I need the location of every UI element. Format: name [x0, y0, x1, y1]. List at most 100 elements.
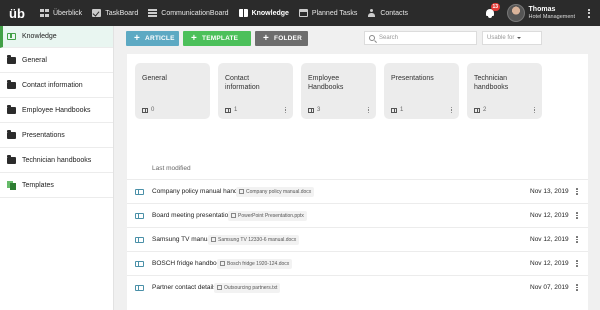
search-input[interactable]: Search — [364, 31, 477, 45]
article-count: 3 — [317, 107, 321, 113]
book-icon — [7, 33, 16, 40]
attachment-chip[interactable]: Company policy manual.docx — [236, 186, 315, 197]
sidebar-item-label: General — [22, 56, 47, 64]
article-title: Partner contact details — [152, 284, 217, 291]
nav-item-uberblick[interactable]: Überblick — [35, 0, 87, 26]
notifications-button[interactable]: 13 — [485, 3, 501, 18]
nav-item-taskboard[interactable]: TaskBoard — [87, 0, 143, 26]
article-title: Board meeting presentation — [152, 212, 232, 219]
grid-icon — [40, 9, 49, 17]
folder-card-name: Contact information — [225, 75, 260, 91]
sidebar-item-contact-information[interactable]: Contact information — [0, 73, 113, 98]
user-name: Thomas — [528, 6, 556, 13]
folder-icon — [7, 155, 16, 164]
nav-item-planned-tasks[interactable]: Planned Tasks — [294, 0, 362, 26]
plus-icon: + — [134, 32, 141, 44]
user-info[interactable]: Thomas Hotel Management — [529, 6, 575, 20]
attachment-chip[interactable]: Outsourcing partners.txt — [214, 282, 281, 293]
file-icon — [217, 285, 222, 290]
folder-card-technician-handbooks[interactable]: Technician handbooks 2 — [467, 63, 542, 119]
attachment-chip[interactable]: Samsung TV 12330-6 manual.docx — [208, 234, 300, 245]
folder-card-general[interactable]: General 0 — [135, 63, 210, 119]
bell-clapper — [487, 16, 492, 18]
sidebar-item-label: Knowledge — [22, 33, 57, 40]
app-logo[interactable]: üb — [2, 0, 32, 26]
table-row[interactable]: Board meeting presentation PowerPoint Pr… — [127, 203, 588, 227]
row-menu-icon[interactable] — [576, 284, 578, 291]
book-icon — [225, 107, 231, 113]
file-icon — [211, 237, 216, 242]
attachment-chip[interactable]: PowerPoint Presentation.pptx — [228, 210, 307, 221]
page-scrollbar[interactable] — [590, 26, 600, 310]
folder-card-count: 1 — [391, 107, 403, 113]
nav-label: Planned Tasks — [311, 9, 358, 17]
notification-badge: 13 — [490, 3, 501, 11]
more-menu-icon[interactable] — [583, 0, 595, 26]
nav-label: Knowledge — [251, 9, 289, 17]
row-menu-icon[interactable] — [576, 236, 578, 243]
folder-card-name: Employee Handbooks — [308, 75, 344, 91]
toolbar: + ARTICLE + TEMPLATE + FOLDER — [126, 31, 308, 46]
sidebar-item-technician-handbooks[interactable]: Technician handbooks — [0, 148, 113, 173]
nav-label: CommunicationBoard — [161, 9, 229, 17]
row-menu-icon[interactable] — [576, 212, 578, 219]
book-icon — [135, 285, 144, 291]
row-menu-icon[interactable] — [576, 188, 578, 195]
sidebar-item-label: Presentations — [22, 131, 65, 139]
file-icon — [239, 189, 244, 194]
article-list: Company policy manual handbook Company p… — [127, 179, 588, 299]
book-icon — [135, 237, 144, 243]
table-row[interactable]: Partner contact details Outsourcing part… — [127, 275, 588, 299]
folder-menu-icon[interactable] — [533, 106, 535, 113]
folder-card-contact-information[interactable]: Contact information 1 — [218, 63, 293, 119]
search-placeholder: Search — [379, 35, 399, 41]
book-icon — [135, 261, 144, 267]
file-icon — [231, 213, 236, 218]
avatar[interactable] — [506, 4, 525, 22]
sidebar-item-general[interactable]: General — [0, 48, 113, 73]
usable-for-select[interactable]: Usable for — [482, 31, 542, 45]
book-icon — [391, 107, 397, 113]
nav-item-communicationboard[interactable]: CommunicationBoard — [143, 0, 233, 26]
main-content: + ARTICLE + TEMPLATE + FOLDER Search Usa… — [114, 26, 600, 310]
folder-card-count: 2 — [474, 107, 486, 113]
table-row[interactable]: Company policy manual handbook Company p… — [127, 179, 588, 203]
attachment-chip[interactable]: Bosch fridge 1920-124.docx — [217, 258, 293, 269]
folder-cards: General 0 Contact information 1 Employee… — [135, 63, 542, 119]
folder-icon — [7, 130, 16, 139]
folder-card-name: Presentations — [391, 75, 434, 82]
select-label: Usable for — [487, 35, 515, 41]
button-label: ARTICLE — [145, 35, 175, 42]
folder-menu-icon[interactable] — [367, 106, 369, 113]
folder-menu-icon[interactable] — [450, 106, 452, 113]
folder-card-count: 0 — [142, 107, 154, 113]
folder-card-name: Technician handbooks — [474, 75, 509, 91]
folder-icon — [7, 105, 16, 114]
book-icon — [135, 189, 144, 195]
table-row[interactable]: BOSCH fridge handbook Bosch fridge 1920-… — [127, 251, 588, 275]
file-icon — [220, 261, 225, 266]
sidebar: Knowledge General Contact information Em… — [0, 26, 114, 310]
folder-card-employee-handbooks[interactable]: Employee Handbooks 3 — [301, 63, 376, 119]
add-folder-button[interactable]: + FOLDER — [255, 31, 308, 46]
sidebar-item-presentations[interactable]: Presentations — [0, 123, 113, 148]
folder-card-presentations[interactable]: Presentations 1 — [384, 63, 459, 119]
sidebar-item-employee-handbooks[interactable]: Employee Handbooks — [0, 98, 113, 123]
add-template-button[interactable]: + TEMPLATE — [183, 31, 251, 46]
attachment-name: Samsung TV 12330-6 manual.docx — [218, 236, 297, 243]
lines-icon — [148, 9, 158, 17]
table-row[interactable]: Samsung TV manual Samsung TV 12330-6 man… — [127, 227, 588, 251]
folder-card-count: 1 — [225, 107, 237, 113]
attachment-name: Company policy manual.docx — [246, 188, 312, 195]
sidebar-item-knowledge[interactable]: Knowledge — [0, 26, 113, 48]
modified-date: Nov 13, 2019 — [530, 188, 569, 195]
nav-item-contacts[interactable]: Contacts — [362, 0, 413, 26]
attachment-name: Bosch fridge 1920-124.docx — [227, 260, 290, 267]
folder-menu-icon[interactable] — [284, 106, 286, 113]
plus-icon: + — [191, 32, 198, 44]
nav-item-knowledge[interactable]: Knowledge — [234, 0, 294, 26]
row-menu-icon[interactable] — [576, 260, 578, 267]
folder-card-count: 3 — [308, 107, 320, 113]
add-article-button[interactable]: + ARTICLE — [126, 31, 179, 46]
sidebar-item-templates[interactable]: Templates — [0, 173, 113, 198]
